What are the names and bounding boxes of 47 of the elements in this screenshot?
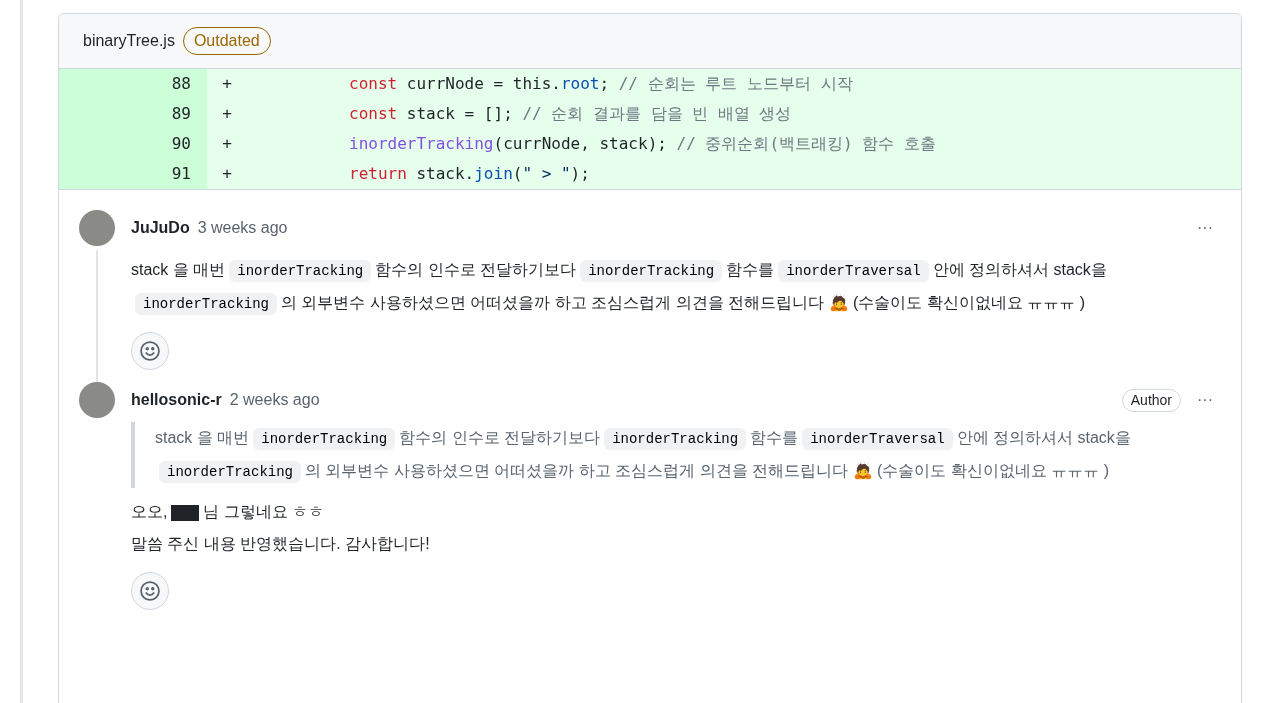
line-number: 89: [59, 99, 207, 129]
inline-code: inorderTracking: [135, 293, 278, 315]
comment-text: 함수의 인수로 전달하기보다: [399, 429, 601, 446]
code-line: const currNode = this.root; // 순회는 루트 노드부터 시작: [349, 73, 853, 95]
comment-text: 말씀 주신 내용 반영했습니다. 감사합니다!: [131, 535, 430, 552]
more-options-button[interactable]: ···: [1189, 216, 1221, 240]
comment-text: 함수의 인수로 전달하기보다: [375, 261, 577, 278]
inline-code: inorderTraversal: [802, 428, 953, 450]
comment-text: 함수를: [726, 261, 775, 278]
comment-text: 함수를: [750, 429, 799, 446]
comment-text: 안에 정의하셔서 stack을: [956, 429, 1131, 446]
comment-text: 오오,: [131, 503, 168, 520]
inline-code: inorderTracking: [159, 461, 302, 483]
diff-sign: +: [221, 73, 233, 95]
file-name: binaryTree.js: [83, 31, 175, 51]
smiley-icon: [139, 340, 161, 362]
comment-time[interactable]: 2 weeks ago: [229, 388, 320, 412]
redaction-bar: [171, 504, 200, 521]
inline-code: inorderTracking: [253, 428, 396, 450]
code-line: return stack.join(" > ");: [349, 163, 590, 185]
line-number: 88: [59, 69, 207, 99]
inline-code: inorderTracking: [229, 260, 372, 282]
comment-text: 의 외부변수 사용하셨으면 어떠셨을까 하고 조심스럽게 의견을 전해드립니다 🙇 (수술이도 확신이없네요 ㅠㅠㅠ ): [281, 294, 1086, 311]
comment-text: stack 을 매번: [155, 429, 250, 446]
diff-sign: +: [221, 133, 233, 155]
author-name[interactable]: hellosonic-r: [131, 388, 222, 412]
avatar: [79, 382, 115, 418]
smiley-icon: [139, 580, 161, 602]
comment-time[interactable]: 3 weeks ago: [197, 216, 288, 240]
comment-text: stack 을 매번: [131, 261, 226, 278]
author-name[interactable]: JuJuDo: [131, 216, 190, 240]
code-line: inorderTracking(currNode, stack); // 중위순회(백트래킹) 함수 호출: [349, 133, 936, 155]
line-number: 90: [59, 129, 207, 159]
line-number: 91: [59, 159, 207, 189]
comment-text: 님 그렇네요 ㅎㅎ: [203, 503, 325, 520]
avatar: [79, 210, 115, 246]
diff-sign: +: [221, 163, 233, 185]
add-reaction-button[interactable]: [131, 572, 169, 610]
inline-code: inorderTracking: [580, 260, 723, 282]
code-line: const stack = []; // 순회 결과를 담을 빈 배열 생성: [349, 103, 792, 125]
add-reaction-button[interactable]: [131, 332, 169, 370]
inline-code: inorderTraversal: [778, 260, 929, 282]
inline-code: inorderTracking: [604, 428, 747, 450]
comment-text: 의 외부변수 사용하셨으면 어떠셨을까 하고 조심스럽게 의견을 전해드립니다 🙇 (수술이도 확신이없네요 ㅠㅠㅠ ): [305, 462, 1110, 479]
comment-text: 안에 정의하셔서 stack을: [932, 261, 1107, 278]
more-options-button[interactable]: ···: [1189, 388, 1221, 412]
diff-sign: +: [221, 103, 233, 125]
